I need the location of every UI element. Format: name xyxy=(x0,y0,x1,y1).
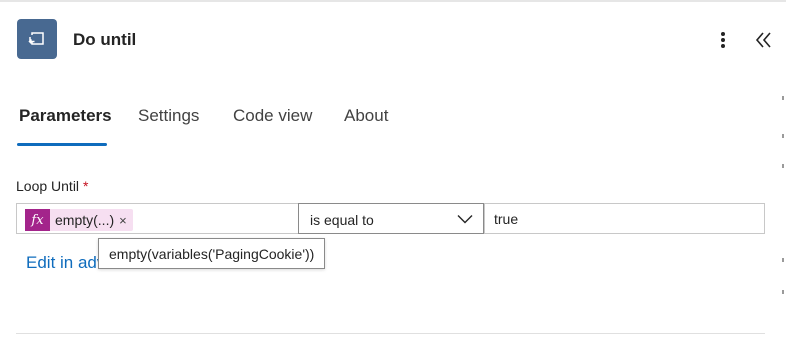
expression-token[interactable]: fx empty(...) × xyxy=(25,209,133,231)
expression-token-label: empty(...) xyxy=(55,212,115,228)
active-tab-indicator xyxy=(17,143,107,146)
remove-token-button[interactable]: × xyxy=(119,213,127,228)
left-operand-input[interactable]: fx empty(...) × xyxy=(17,204,299,233)
loop-until-label: Loop Until * xyxy=(16,178,88,194)
tab-about[interactable]: About xyxy=(344,106,388,146)
tab-code-view[interactable]: Code view xyxy=(233,106,312,146)
more-vertical-icon xyxy=(721,32,725,48)
operator-dropdown[interactable]: is equal to xyxy=(298,203,484,234)
collapse-panel-button[interactable] xyxy=(753,28,775,52)
right-operand-input[interactable]: true xyxy=(484,204,765,233)
operator-value: is equal to xyxy=(310,212,374,228)
edit-advanced-mode-link[interactable]: Edit in advanced mode xyxy=(26,253,106,273)
loop-until-label-text: Loop Until xyxy=(16,178,80,194)
chevron-down-icon xyxy=(457,215,473,224)
expression-tooltip: empty(variables('PagingCookie')) xyxy=(98,238,326,269)
scroll-edge-marks xyxy=(782,96,785,296)
tab-settings[interactable]: Settings xyxy=(138,106,199,146)
more-options-button[interactable] xyxy=(714,28,732,52)
tab-list: Parameters Settings Code view About xyxy=(0,106,786,146)
loop-icon xyxy=(17,19,57,59)
page-title: Do until xyxy=(73,30,137,49)
condition-row: fx empty(...) × is equal to true xyxy=(16,203,765,234)
panel-header: Do until xyxy=(0,2,786,76)
function-icon: fx xyxy=(25,209,50,231)
right-operand-value: true xyxy=(494,211,519,227)
tab-parameters[interactable]: Parameters xyxy=(19,106,112,146)
divider xyxy=(16,333,765,334)
chevron-double-left-icon xyxy=(755,32,771,48)
required-marker: * xyxy=(82,178,89,194)
